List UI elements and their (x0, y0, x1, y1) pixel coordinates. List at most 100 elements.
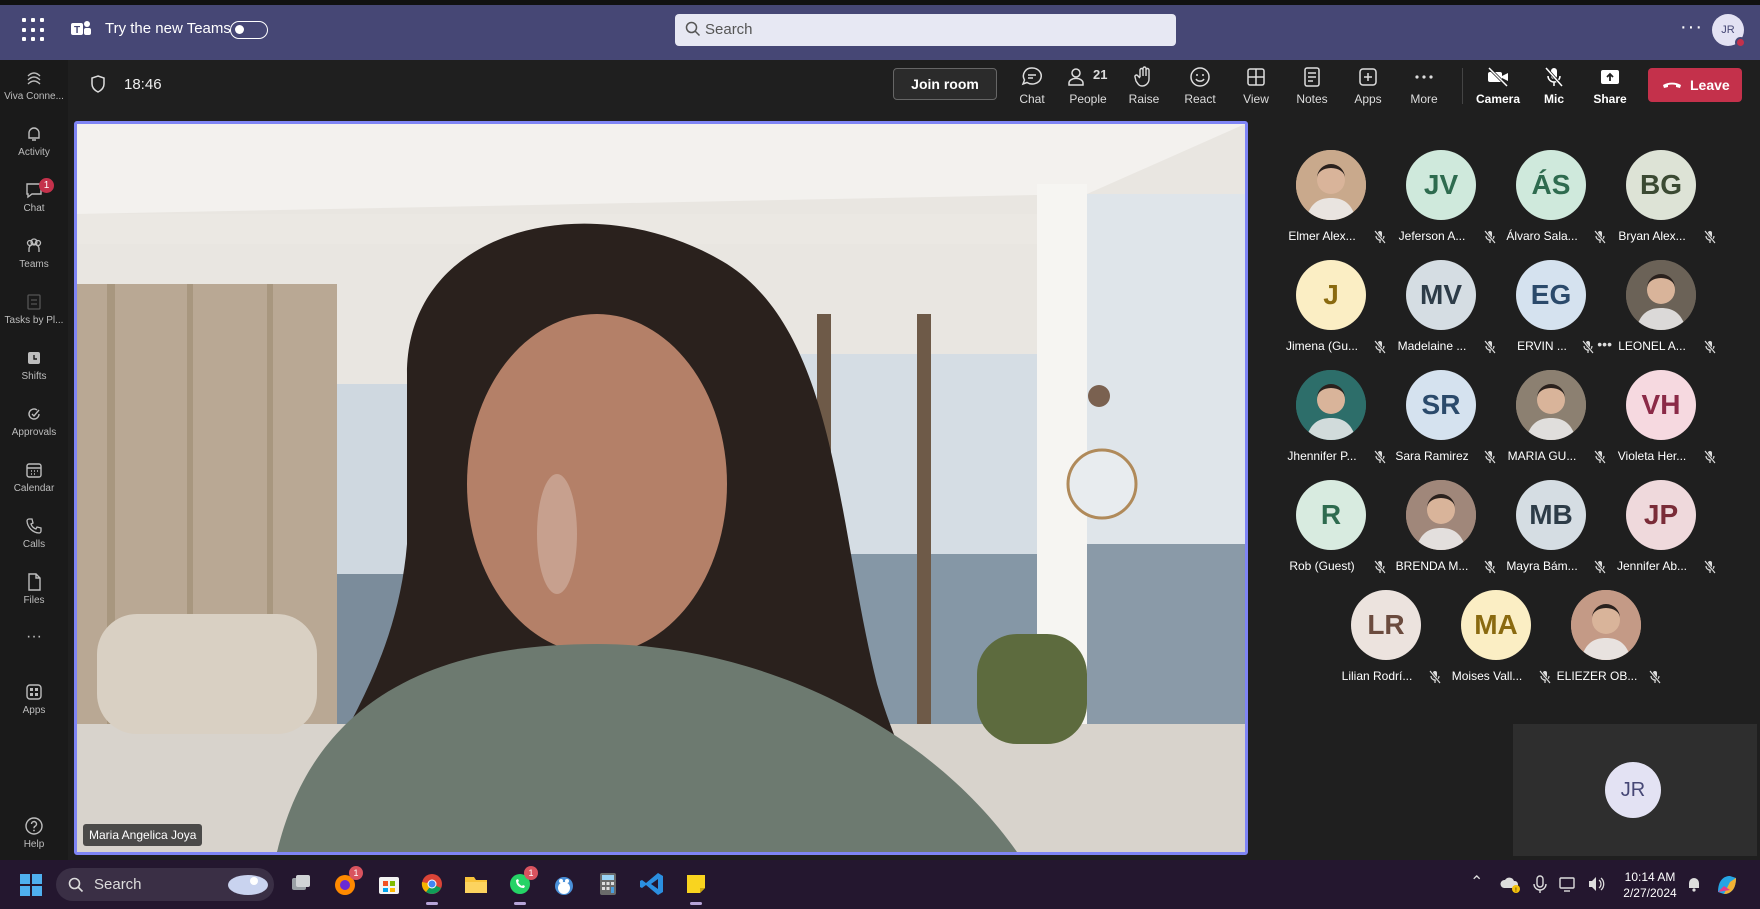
participant-tile[interactable]: BG Bryan Alex... (1606, 148, 1716, 248)
leave-button[interactable]: Leave (1648, 68, 1742, 102)
microphone-icon[interactable] (1532, 874, 1548, 894)
muted-mic-icon (1484, 560, 1496, 579)
copilot-icon[interactable] (1714, 872, 1740, 898)
windows-start-icon[interactable] (20, 874, 42, 896)
participant-tile[interactable]: Jhennifer P... (1276, 368, 1386, 468)
participant-tile[interactable]: Elmer Alex... (1276, 148, 1386, 248)
react-button[interactable]: React (1175, 65, 1225, 106)
rail-label: Files (23, 595, 45, 606)
rail-viva-connections[interactable]: Viva Conne... (0, 64, 68, 114)
participant-avatar: JP (1626, 480, 1696, 550)
rail-apps[interactable]: Apps (0, 678, 68, 728)
self-view-video[interactable]: JR (1513, 724, 1757, 856)
search-highlight-icon (228, 875, 268, 895)
participant-tile[interactable]: EG ERVIN ... ••• (1496, 258, 1612, 358)
participant-name: BRENDA M... (1395, 559, 1469, 573)
file-icon (28, 573, 41, 591)
svg-text:T: T (74, 25, 80, 36)
network-icon[interactable] (1558, 874, 1578, 894)
participant-tile[interactable]: MB Mayra Bám... (1496, 478, 1606, 578)
sticky-notes-app[interactable] (682, 870, 710, 905)
mic-button[interactable]: Mic (1529, 65, 1579, 106)
participant-tile[interactable]: JP Jennifer Ab... (1606, 478, 1716, 578)
speaker-name-tag: Maria Angelica Joya (83, 824, 203, 846)
participant-tile[interactable]: MV Madelaine ... (1386, 258, 1496, 358)
rail-label: Calls (22, 539, 46, 550)
whatsapp-app[interactable]: 1 (506, 866, 538, 905)
calculator-icon[interactable] (594, 870, 622, 898)
participant-name: Madelaine ... (1397, 339, 1467, 353)
mascot-app-icon[interactable] (550, 870, 578, 898)
active-indicator (426, 902, 438, 905)
rail-label: Help (23, 839, 45, 850)
search-input[interactable]: Search (675, 14, 1176, 46)
rail-chat[interactable]: Chat 1 (0, 176, 68, 226)
participant-tile[interactable]: ÁS Álvaro Sala... (1496, 148, 1606, 248)
file-explorer-icon[interactable] (462, 870, 490, 898)
try-new-teams-toggle[interactable] (230, 21, 268, 39)
rail-calls[interactable]: Calls (0, 512, 68, 562)
rail-tasks[interactable]: Tasks by Pl... (0, 288, 68, 338)
view-button[interactable]: View (1231, 65, 1281, 106)
emoji-icon (1190, 67, 1210, 87)
apps-label: Apps (1354, 92, 1382, 106)
self-avatar: JR (1605, 762, 1661, 818)
onedrive-warning-icon[interactable]: ! (1500, 874, 1522, 894)
chrome-app[interactable] (418, 870, 446, 905)
rail-files[interactable]: Files (0, 568, 68, 618)
participant-avatar: SR (1406, 370, 1476, 440)
camera-button[interactable]: Camera (1473, 65, 1523, 106)
rail-calendar[interactable]: Calendar (0, 456, 68, 506)
participant-name: Violeta Her... (1617, 449, 1687, 463)
chat-icon (1021, 67, 1042, 86)
participant-tile[interactable]: JV Jeferson A... (1386, 148, 1496, 248)
active-speaker-video[interactable]: Maria Angelica Joya (74, 121, 1248, 855)
participant-tile[interactable]: BRENDA M... (1386, 478, 1496, 578)
search-icon (685, 21, 701, 37)
join-room-button[interactable]: Join room (893, 68, 997, 100)
participant-tile[interactable]: VH Violeta Her... (1606, 368, 1716, 468)
participant-tile[interactable]: LEONEL A... (1606, 258, 1716, 358)
microsoft-store-icon[interactable] (375, 870, 403, 898)
user-avatar[interactable]: JR (1712, 14, 1746, 48)
participant-avatar: J (1296, 260, 1366, 330)
people-button[interactable]: 21 People (1063, 65, 1113, 106)
chevron-up-icon[interactable]: ⌃ (1470, 872, 1483, 892)
participant-tile[interactable]: R Rob (Guest) (1276, 478, 1386, 578)
share-button[interactable]: Share (1585, 65, 1635, 106)
task-view-icon[interactable] (287, 870, 315, 898)
mic-off-icon (1544, 67, 1564, 87)
participant-tile[interactable]: MARIA GU... (1496, 368, 1606, 468)
participant-tile[interactable]: LR Lilian Rodrí... (1331, 588, 1441, 688)
app-launcher-icon[interactable] (22, 18, 46, 42)
more-options-icon[interactable]: ··· (1680, 16, 1703, 39)
firefox-app[interactable]: 1 (331, 866, 363, 898)
chat-button[interactable]: Chat (1007, 65, 1057, 106)
apps-button[interactable]: Apps (1343, 65, 1393, 106)
rail-approvals[interactable]: Approvals (0, 400, 68, 450)
rail-shifts[interactable]: Shifts (0, 344, 68, 394)
rail-teams[interactable]: Teams (0, 232, 68, 282)
system-clock[interactable]: 10:14 AM 2/27/2024 (1618, 869, 1682, 901)
participant-tile[interactable]: ELIEZER OB... (1551, 588, 1661, 688)
apps-icon (26, 684, 42, 700)
participant-name: ELIEZER OB... (1556, 669, 1638, 683)
participant-tile[interactable]: SR Sara Ramirez (1386, 368, 1496, 468)
rail-activity[interactable]: Activity (0, 120, 68, 170)
rail-more[interactable]: ··· (0, 628, 68, 678)
notes-button[interactable]: Notes (1287, 65, 1337, 106)
rail-help[interactable]: Help (0, 812, 68, 862)
participant-tile[interactable]: MA Moises Vall... (1441, 588, 1551, 688)
raise-hand-button[interactable]: Raise (1119, 65, 1169, 106)
volume-icon[interactable] (1586, 874, 1606, 894)
people-label: People (1069, 92, 1107, 106)
taskbar-search[interactable]: Search (56, 868, 274, 901)
notification-bell-icon[interactable] (1684, 874, 1704, 894)
more-button[interactable]: More (1399, 65, 1449, 106)
title-bar: T Try the new Teams Search ··· JR (0, 0, 1760, 60)
shield-icon[interactable] (90, 75, 106, 93)
muted-mic-icon (1594, 560, 1606, 579)
vscode-icon[interactable] (638, 870, 666, 898)
rail-label: Calendar (13, 483, 55, 494)
participant-tile[interactable]: J Jimena (Gu... (1276, 258, 1386, 358)
